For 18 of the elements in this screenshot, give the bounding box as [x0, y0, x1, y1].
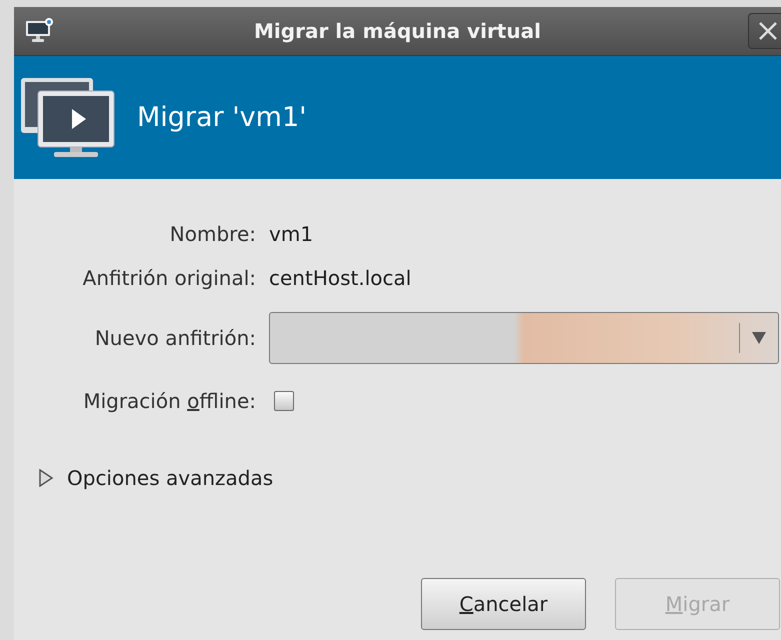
computer-icon	[24, 17, 54, 45]
field-label: Migración offline:	[83, 389, 256, 413]
monitors-icon	[20, 76, 116, 158]
field-label: Nuevo anfitrión:	[94, 326, 256, 350]
host-dropdown[interactable]	[269, 312, 779, 364]
advanced-options-expander[interactable]: Opciones avanzadas	[37, 463, 274, 493]
field-label: Nombre:	[170, 222, 256, 246]
close-button[interactable]	[748, 13, 781, 49]
checkbox[interactable]	[274, 391, 294, 411]
field-label: Anfitrión original:	[82, 266, 256, 290]
close-icon	[757, 20, 779, 42]
dropdown-arrow-icon	[752, 332, 766, 344]
dialog-button[interactable]: Cancelar	[421, 578, 586, 630]
expander-arrow-icon	[37, 469, 55, 487]
header-title: Migrar 'vm1'	[137, 102, 307, 133]
window-title: Migrar la máquina virtual	[254, 19, 541, 43]
field-value: centHost.local	[269, 266, 412, 290]
field-value: vm1	[269, 222, 314, 246]
